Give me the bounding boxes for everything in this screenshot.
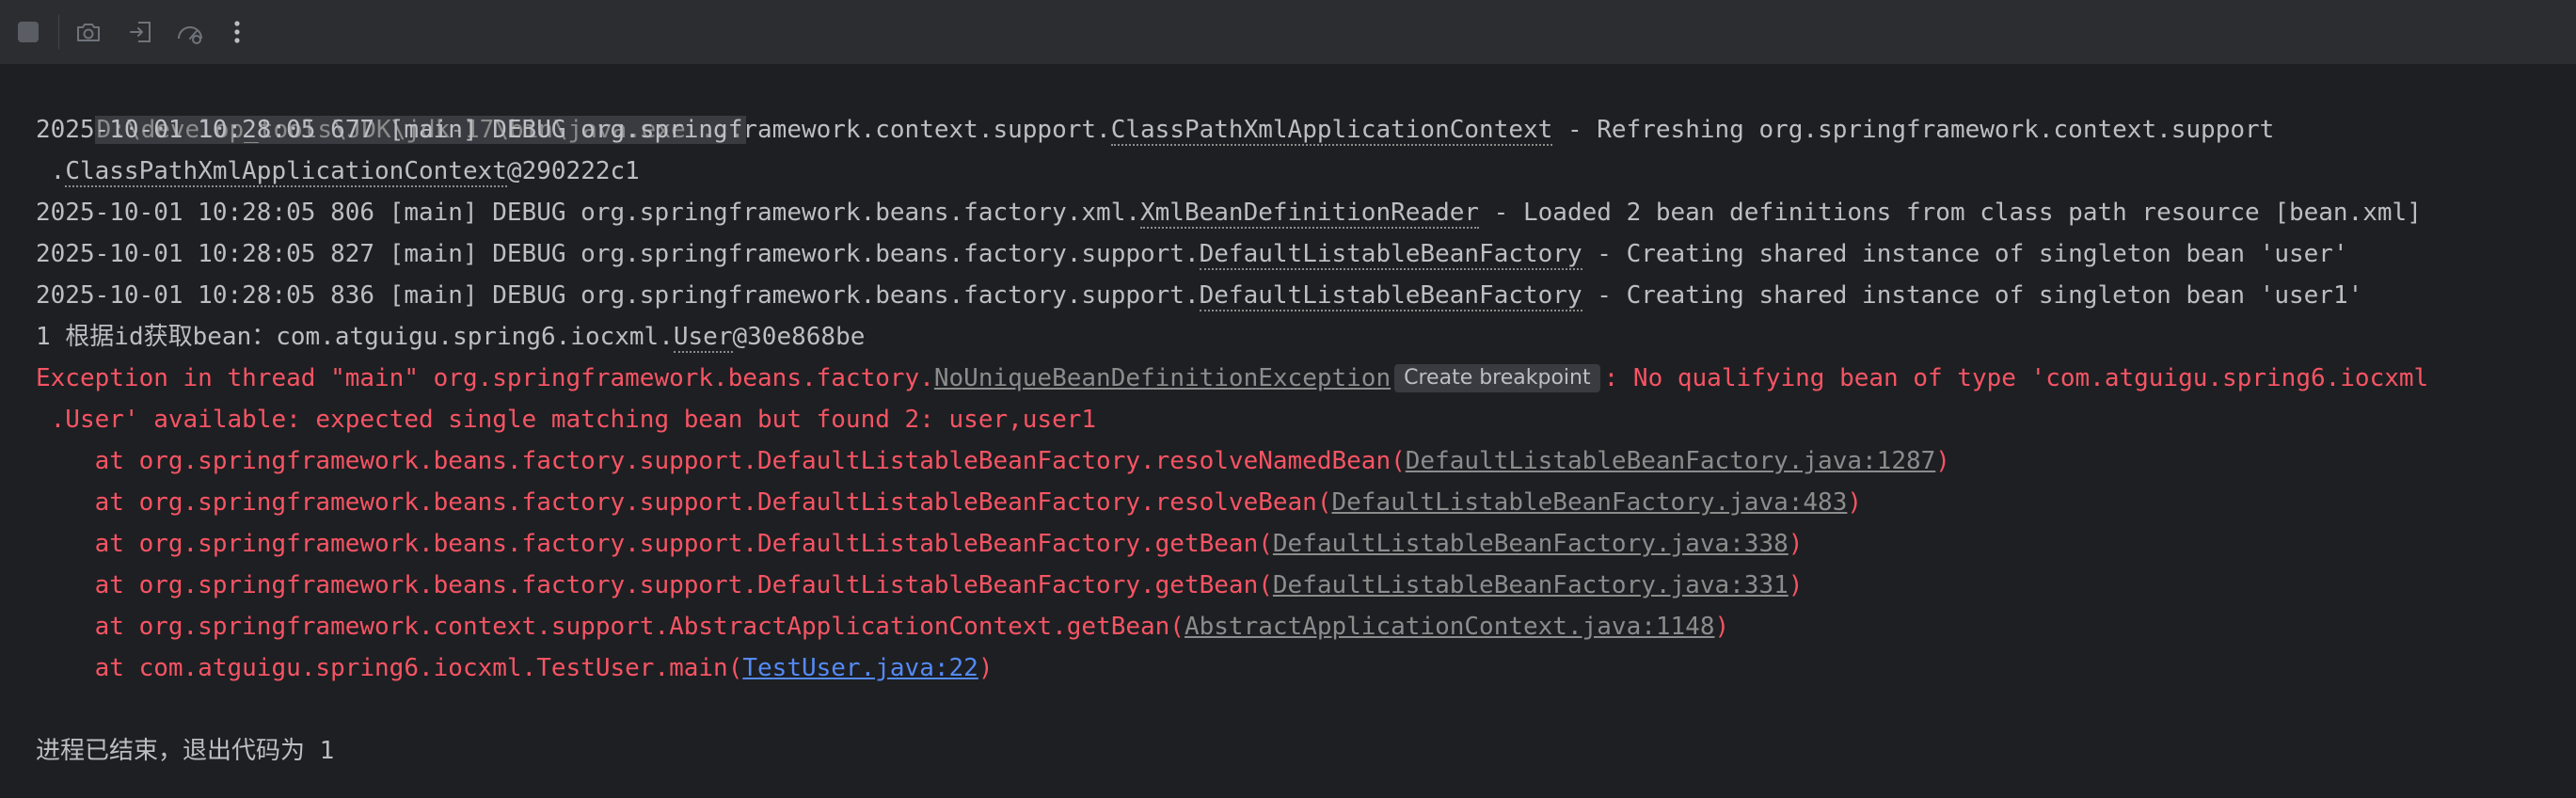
process-exit-message: 进程已结束，退出代码为 1 xyxy=(36,737,335,765)
stack-frame-link[interactable]: DefaultListableBeanFactory.java:1287 xyxy=(1406,447,1936,475)
stack-frame: at org.springframework.context.support.A… xyxy=(36,613,1730,641)
log-line-continuation: .ClassPathXmlApplicationContext@290222c1 xyxy=(50,157,640,187)
console-output[interactable]: D:\develop_tools\JDK\jdk-17\bin\java.exe… xyxy=(0,64,2576,798)
stack-frame: at org.springframework.beans.factory.sup… xyxy=(36,488,1863,517)
restore-layout-icon xyxy=(130,22,151,42)
class-link[interactable]: User xyxy=(673,323,733,353)
console-toolbar xyxy=(0,0,2576,65)
log-line: 2025-10-01 10:28:05 806 [main] DEBUG org… xyxy=(36,199,2422,229)
restore-layout-button[interactable] xyxy=(122,13,160,51)
log-line: 2025-10-01 10:28:05 836 [main] DEBUG org… xyxy=(36,281,2363,311)
camera-icon xyxy=(77,24,100,41)
profiler-icon xyxy=(178,26,202,44)
stop-icon xyxy=(18,22,39,42)
stack-frame: at org.springframework.beans.factory.sup… xyxy=(36,530,1804,558)
class-link[interactable]: XmlBeanDefinitionReader xyxy=(1140,199,1480,229)
more-options-button[interactable] xyxy=(218,13,256,51)
class-link[interactable]: DefaultListableBeanFactory xyxy=(1199,281,1582,311)
stack-frame-link[interactable]: DefaultListableBeanFactory.java:331 xyxy=(1273,571,1789,599)
stack-frame: at org.springframework.beans.factory.sup… xyxy=(36,447,1950,475)
more-options-icon xyxy=(234,21,240,43)
class-link[interactable]: ClassPathXmlApplicationContext xyxy=(65,157,507,187)
exception-line-continuation: .User' available: expected single matchi… xyxy=(36,406,1097,434)
screenshot-button[interactable] xyxy=(70,13,107,51)
stack-frame-link[interactable]: AbstractApplicationContext.java:1148 xyxy=(1185,613,1715,641)
stack-frame-link[interactable]: DefaultListableBeanFactory.java:483 xyxy=(1332,488,1848,517)
stack-frame: at com.atguigu.spring6.iocxml.TestUser.m… xyxy=(36,654,994,682)
stop-button[interactable] xyxy=(9,13,47,51)
stack-frame: at org.springframework.beans.factory.sup… xyxy=(36,571,1804,599)
program-output-line: 1 根据id获取bean：com.atguigu.spring6.iocxml.… xyxy=(36,323,866,353)
create-breakpoint-button[interactable]: Create breakpoint xyxy=(1394,364,1600,392)
stack-frame-link[interactable]: DefaultListableBeanFactory.java:338 xyxy=(1273,530,1789,558)
command-line: D:\develop_tools\JDK\jdk-17\bin\java.exe… xyxy=(36,68,747,144)
stack-frame-link-user-code[interactable]: TestUser.java:22 xyxy=(742,654,978,682)
log-line: 2025-10-01 10:28:05 827 [main] DEBUG org… xyxy=(36,240,2348,270)
log-line: 2025-10-01 10:28:05 677 [main] DEBUG org… xyxy=(36,116,2275,146)
profiler-button[interactable] xyxy=(171,13,209,51)
exception-line: Exception in thread "main" org.springfra… xyxy=(36,364,2429,392)
class-link[interactable]: ClassPathXmlApplicationContext xyxy=(1110,116,1553,146)
toolbar-separator xyxy=(58,15,59,49)
class-link[interactable]: DefaultListableBeanFactory xyxy=(1199,240,1582,270)
exception-class-link[interactable]: NoUniqueBeanDefinitionException xyxy=(934,364,1391,392)
